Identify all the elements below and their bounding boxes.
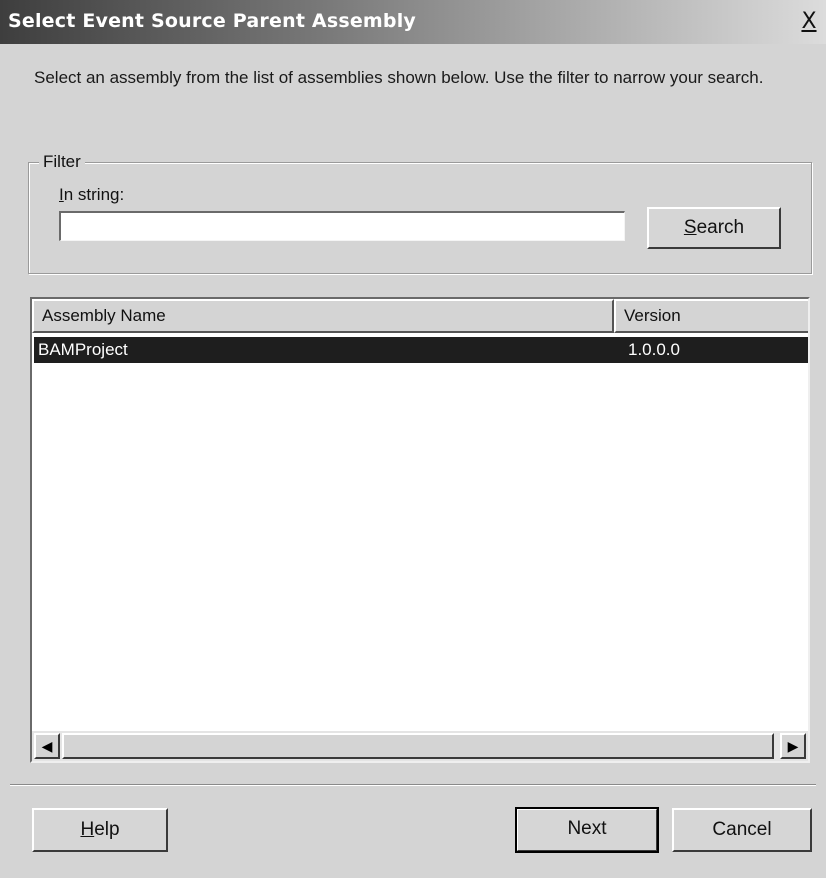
- instructions-text: Select an assembly from the list of asse…: [34, 68, 764, 87]
- assembly-name-cell: BAMProject: [38, 340, 128, 359]
- list-item[interactable]: BAMProject 1.0.0.0: [34, 337, 808, 363]
- help-button-rest: elp: [94, 819, 120, 840]
- search-input[interactable]: [59, 211, 625, 241]
- scroll-left-arrow-icon[interactable]: ◀: [34, 733, 60, 759]
- dialog-window: Select Event Source Parent Assembly X Se…: [0, 0, 826, 878]
- column-header-assembly-name[interactable]: Assembly Name: [32, 299, 614, 333]
- version-cell: 1.0.0.0: [628, 340, 680, 359]
- cancel-button[interactable]: Cancel: [672, 808, 812, 852]
- close-button[interactable]: X: [796, 10, 822, 36]
- title-bar[interactable]: Select Event Source Parent Assembly X: [0, 0, 826, 44]
- filter-legend: Filter: [39, 152, 85, 172]
- scrollbar-thumb[interactable]: [62, 733, 774, 759]
- next-button[interactable]: Next: [515, 807, 659, 853]
- search-button-accel: S: [683, 217, 697, 238]
- dialog-title: Select Event Source Parent Assembly: [8, 10, 417, 32]
- scroll-right-arrow-icon[interactable]: ▶: [780, 733, 806, 759]
- instring-label-rest: n string:: [63, 185, 125, 204]
- assembly-list[interactable]: Assembly Name Version BAMProject 1.0.0.0…: [30, 297, 810, 763]
- instring-label: In string:: [59, 185, 124, 205]
- list-header: Assembly Name Version: [32, 299, 808, 333]
- horizontal-scrollbar[interactable]: ◀ ▶: [32, 731, 808, 761]
- footer-divider: [10, 784, 816, 786]
- help-button[interactable]: Help: [32, 808, 168, 852]
- column-header-version[interactable]: Version: [614, 299, 808, 333]
- search-button[interactable]: Search: [647, 207, 781, 249]
- filter-groupbox: Filter In string: Search: [28, 152, 812, 274]
- help-button-accel: H: [80, 819, 95, 840]
- search-button-rest: earch: [696, 217, 745, 238]
